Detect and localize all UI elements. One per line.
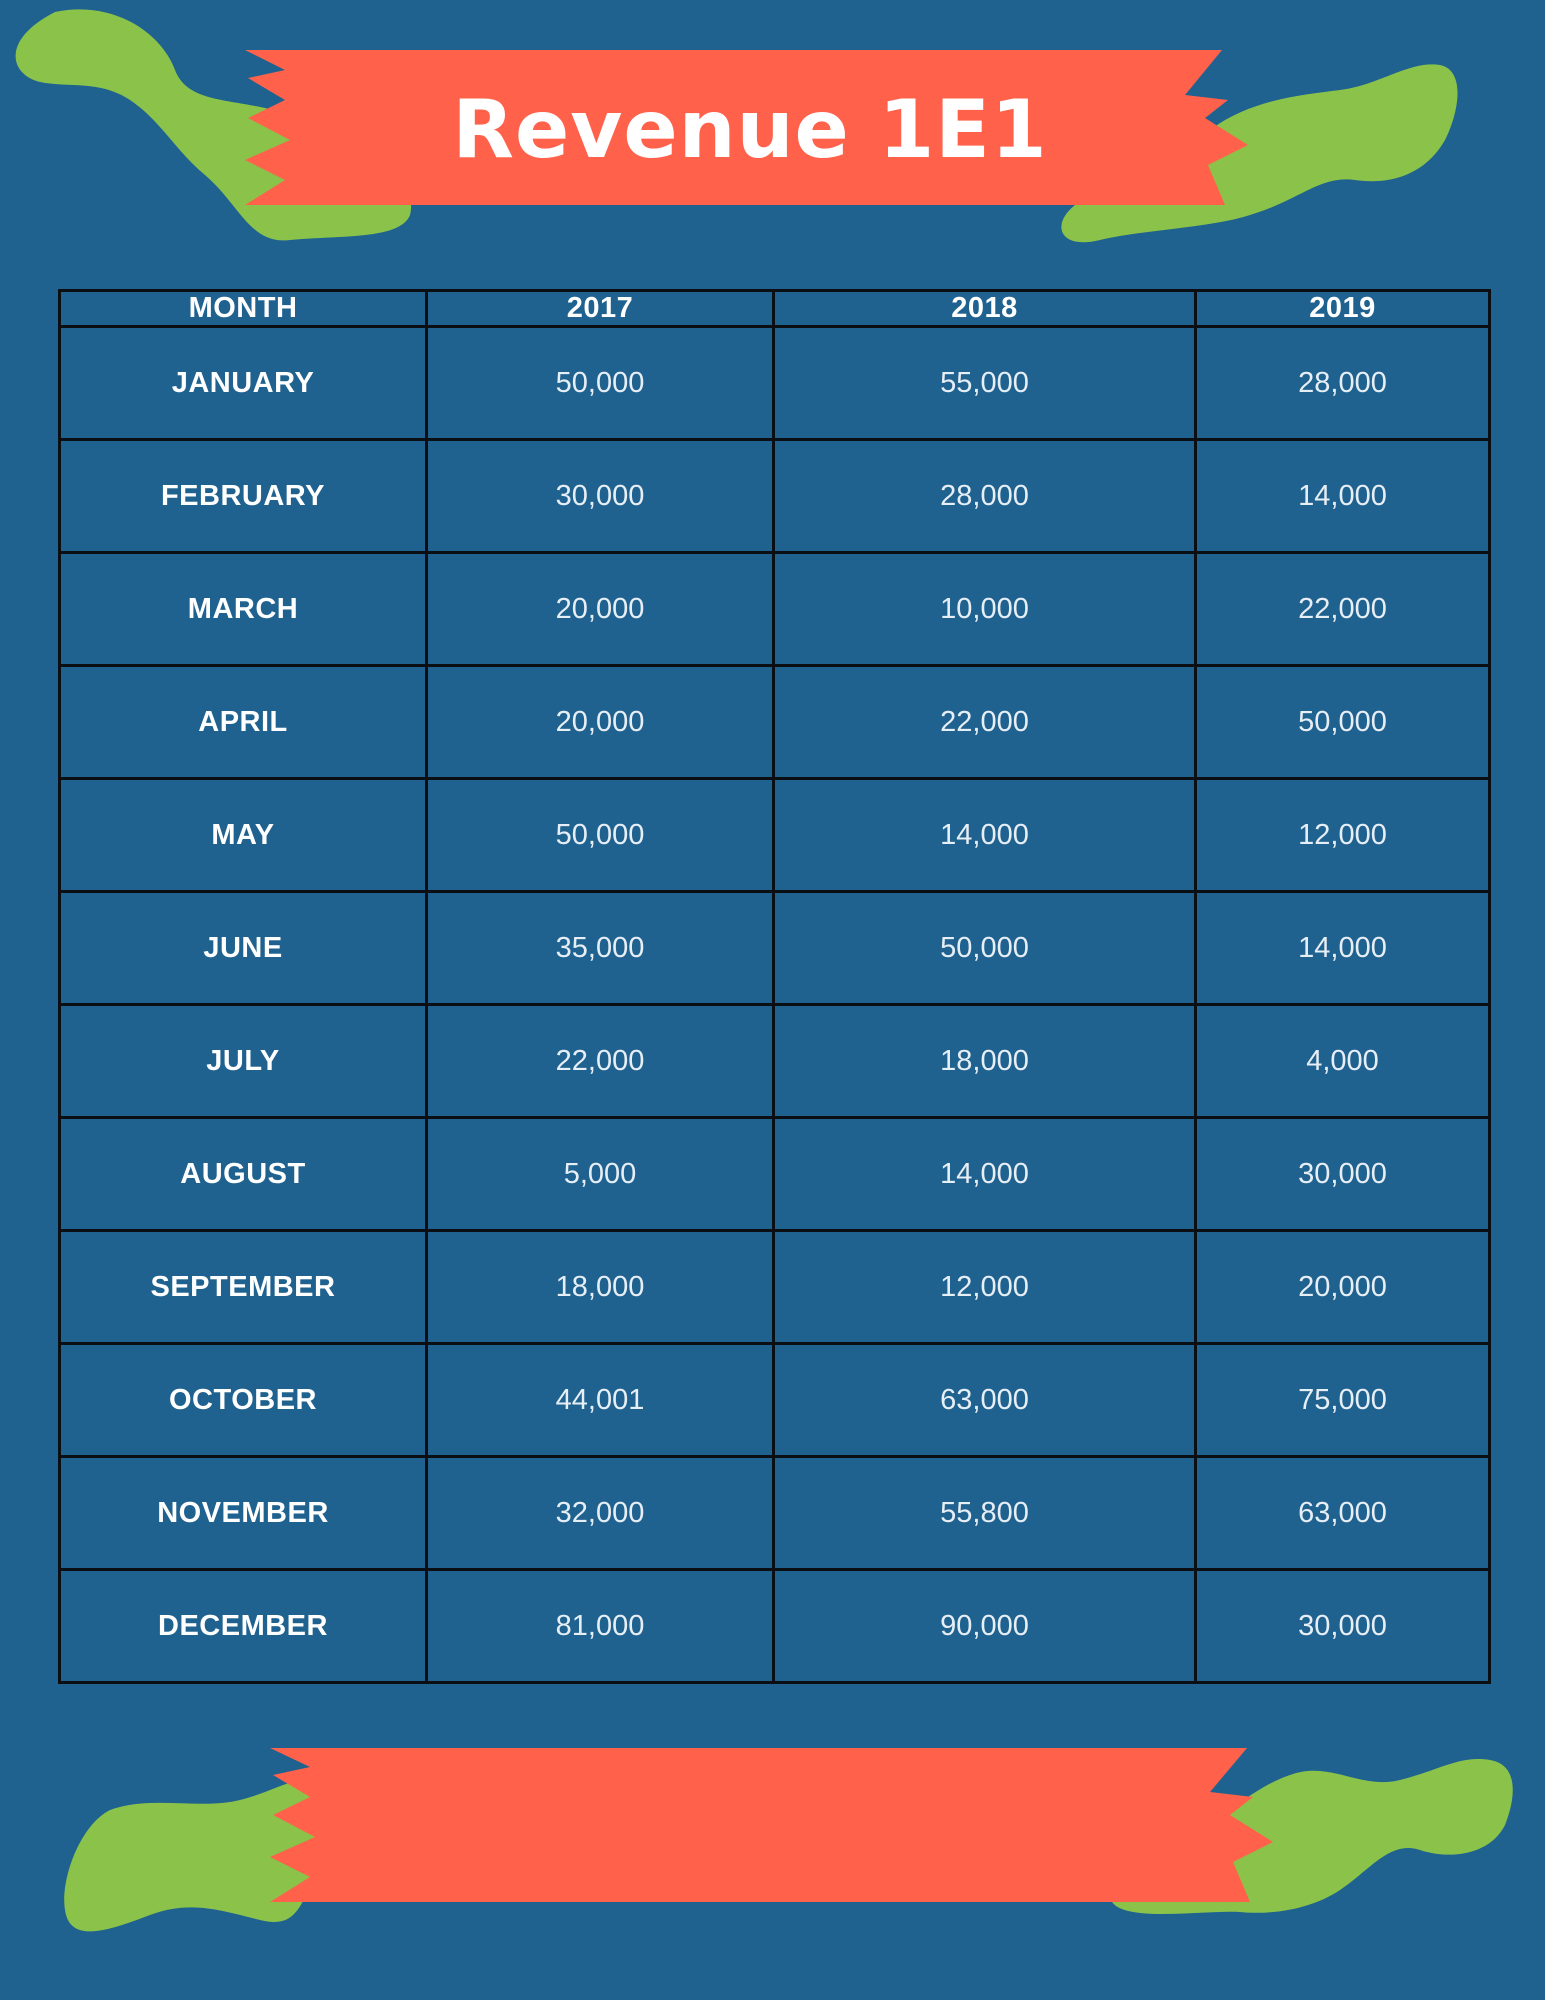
value-2019-cell: 4,000	[1194, 1003, 1491, 1119]
table-header-row: MONTH 2017 2018 2019	[58, 289, 1491, 328]
value-2019-cell: 30,000	[1194, 1116, 1491, 1232]
month-cell: MAY	[58, 777, 428, 893]
table-row: MAY 50,000 14,000 12,000	[58, 777, 1491, 893]
value-2017-cell: 20,000	[425, 551, 775, 667]
table-row: APRIL 20,000 22,000 50,000	[58, 664, 1491, 780]
revenue-table: MONTH 2017 2018 2019 JANUARY 50,000 55,0…	[58, 289, 1491, 1684]
value-2019-cell: 14,000	[1194, 890, 1491, 1006]
value-2017-cell: 18,000	[425, 1229, 775, 1345]
month-cell: NOVEMBER	[58, 1455, 428, 1571]
table-row: AUGUST 5,000 14,000 30,000	[58, 1116, 1491, 1232]
month-cell: MARCH	[58, 551, 428, 667]
value-2018-cell: 50,000	[772, 890, 1197, 1006]
bottom-ribbon	[270, 1748, 1273, 1902]
value-2018-cell: 18,000	[772, 1003, 1197, 1119]
header-2019: 2019	[1194, 289, 1491, 328]
month-cell: SEPTEMBER	[58, 1229, 428, 1345]
value-2017-cell: 20,000	[425, 664, 775, 780]
value-2018-cell: 55,000	[772, 325, 1197, 441]
value-2018-cell: 12,000	[772, 1229, 1197, 1345]
value-2019-cell: 63,000	[1194, 1455, 1491, 1571]
value-2017-cell: 50,000	[425, 325, 775, 441]
month-cell: AUGUST	[58, 1116, 428, 1232]
value-2018-cell: 22,000	[772, 664, 1197, 780]
table-row: OCTOBER 44,001 63,000 75,000	[58, 1342, 1491, 1458]
month-cell: DECEMBER	[58, 1568, 428, 1684]
value-2017-cell: 50,000	[425, 777, 775, 893]
value-2017-cell: 44,001	[425, 1342, 775, 1458]
value-2019-cell: 12,000	[1194, 777, 1491, 893]
table-row: JANUARY 50,000 55,000 28,000	[58, 325, 1491, 441]
value-2019-cell: 14,000	[1194, 438, 1491, 554]
value-2019-cell: 28,000	[1194, 325, 1491, 441]
table-row: JULY 22,000 18,000 4,000	[58, 1003, 1491, 1119]
value-2017-cell: 32,000	[425, 1455, 775, 1571]
table-row: NOVEMBER 32,000 55,800 63,000	[58, 1455, 1491, 1571]
table-row: DECEMBER 81,000 90,000 30,000	[58, 1568, 1491, 1684]
value-2019-cell: 50,000	[1194, 664, 1491, 780]
value-2018-cell: 28,000	[772, 438, 1197, 554]
value-2018-cell: 63,000	[772, 1342, 1197, 1458]
header-2017: 2017	[425, 289, 775, 328]
month-cell: OCTOBER	[58, 1342, 428, 1458]
value-2018-cell: 14,000	[772, 777, 1197, 893]
value-2018-cell: 10,000	[772, 551, 1197, 667]
value-2018-cell: 14,000	[772, 1116, 1197, 1232]
value-2019-cell: 22,000	[1194, 551, 1491, 667]
table-row: JUNE 35,000 50,000 14,000	[58, 890, 1491, 1006]
month-cell: JANUARY	[58, 325, 428, 441]
value-2017-cell: 30,000	[425, 438, 775, 554]
page-title: Revenue 1E1	[452, 83, 1048, 176]
value-2017-cell: 22,000	[425, 1003, 775, 1119]
month-cell: JULY	[58, 1003, 428, 1119]
value-2018-cell: 55,800	[772, 1455, 1197, 1571]
value-2019-cell: 75,000	[1194, 1342, 1491, 1458]
header-month: MONTH	[58, 289, 428, 328]
value-2017-cell: 5,000	[425, 1116, 775, 1232]
value-2019-cell: 30,000	[1194, 1568, 1491, 1684]
value-2017-cell: 81,000	[425, 1568, 775, 1684]
table-row: MARCH 20,000 10,000 22,000	[58, 551, 1491, 667]
value-2019-cell: 20,000	[1194, 1229, 1491, 1345]
header-2018: 2018	[772, 289, 1197, 328]
table-row: FEBRUARY 30,000 28,000 14,000	[58, 438, 1491, 554]
table-row: SEPTEMBER 18,000 12,000 20,000	[58, 1229, 1491, 1345]
value-2017-cell: 35,000	[425, 890, 775, 1006]
value-2018-cell: 90,000	[772, 1568, 1197, 1684]
month-cell: JUNE	[58, 890, 428, 1006]
month-cell: FEBRUARY	[58, 438, 428, 554]
month-cell: APRIL	[58, 664, 428, 780]
